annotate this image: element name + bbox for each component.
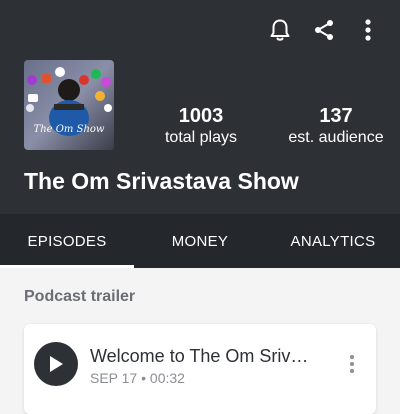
total-plays-label: total plays (164, 129, 238, 146)
total-plays-stat: 1003 total plays (156, 106, 246, 146)
tab-analytics[interactable]: ANALYTICS (266, 214, 400, 268)
episode-meta: SEP 17 • 00:32 (90, 370, 185, 386)
tab-analytics-label: ANALYTICS (290, 232, 376, 250)
total-plays-value: 1003 (178, 105, 224, 127)
audience-value: 137 (319, 105, 353, 127)
notifications-button[interactable] (258, 14, 302, 46)
bell-icon (270, 19, 290, 41)
more-options-button[interactable] (346, 14, 390, 46)
play-button[interactable] (34, 342, 78, 386)
episode-card[interactable]: Welcome to The Om Sriv… SEP 17 • 00:32 (24, 324, 376, 414)
share-icon (315, 20, 333, 40)
podcast-cover-art: The Om Show (24, 60, 114, 150)
tab-money[interactable]: MONEY (134, 214, 266, 268)
audience-label: est. audience (288, 129, 384, 146)
header-actions (258, 14, 390, 46)
episode-title[interactable]: Welcome to The Om Sriv… (90, 346, 308, 367)
share-button[interactable] (302, 14, 346, 46)
show-title: The Om Srivastava Show (24, 168, 299, 194)
podcast-header: The Om Show 1003 total plays 137 est. au… (0, 0, 400, 214)
tab-money-label: MONEY (171, 232, 229, 250)
more-vertical-icon (365, 19, 371, 41)
episode-date: SEP 17 (90, 370, 138, 386)
podcast-trailer-heading: Podcast trailer (24, 288, 136, 305)
episode-duration: 00:32 (149, 370, 185, 386)
cover-art-image: The Om Show (24, 60, 114, 150)
more-vertical-icon (350, 355, 354, 373)
episode-meta-separator: • (141, 370, 147, 386)
tab-episodes-label: EPISODES (27, 232, 107, 250)
play-icon (50, 356, 63, 372)
cover-art-script: The Om Show (34, 124, 105, 135)
audience-stat: 137 est. audience (280, 106, 392, 146)
tab-episodes[interactable]: EPISODES (0, 214, 134, 268)
tab-bar: EPISODES MONEY ANALYTICS (0, 214, 400, 268)
episode-more-button[interactable] (342, 352, 362, 376)
